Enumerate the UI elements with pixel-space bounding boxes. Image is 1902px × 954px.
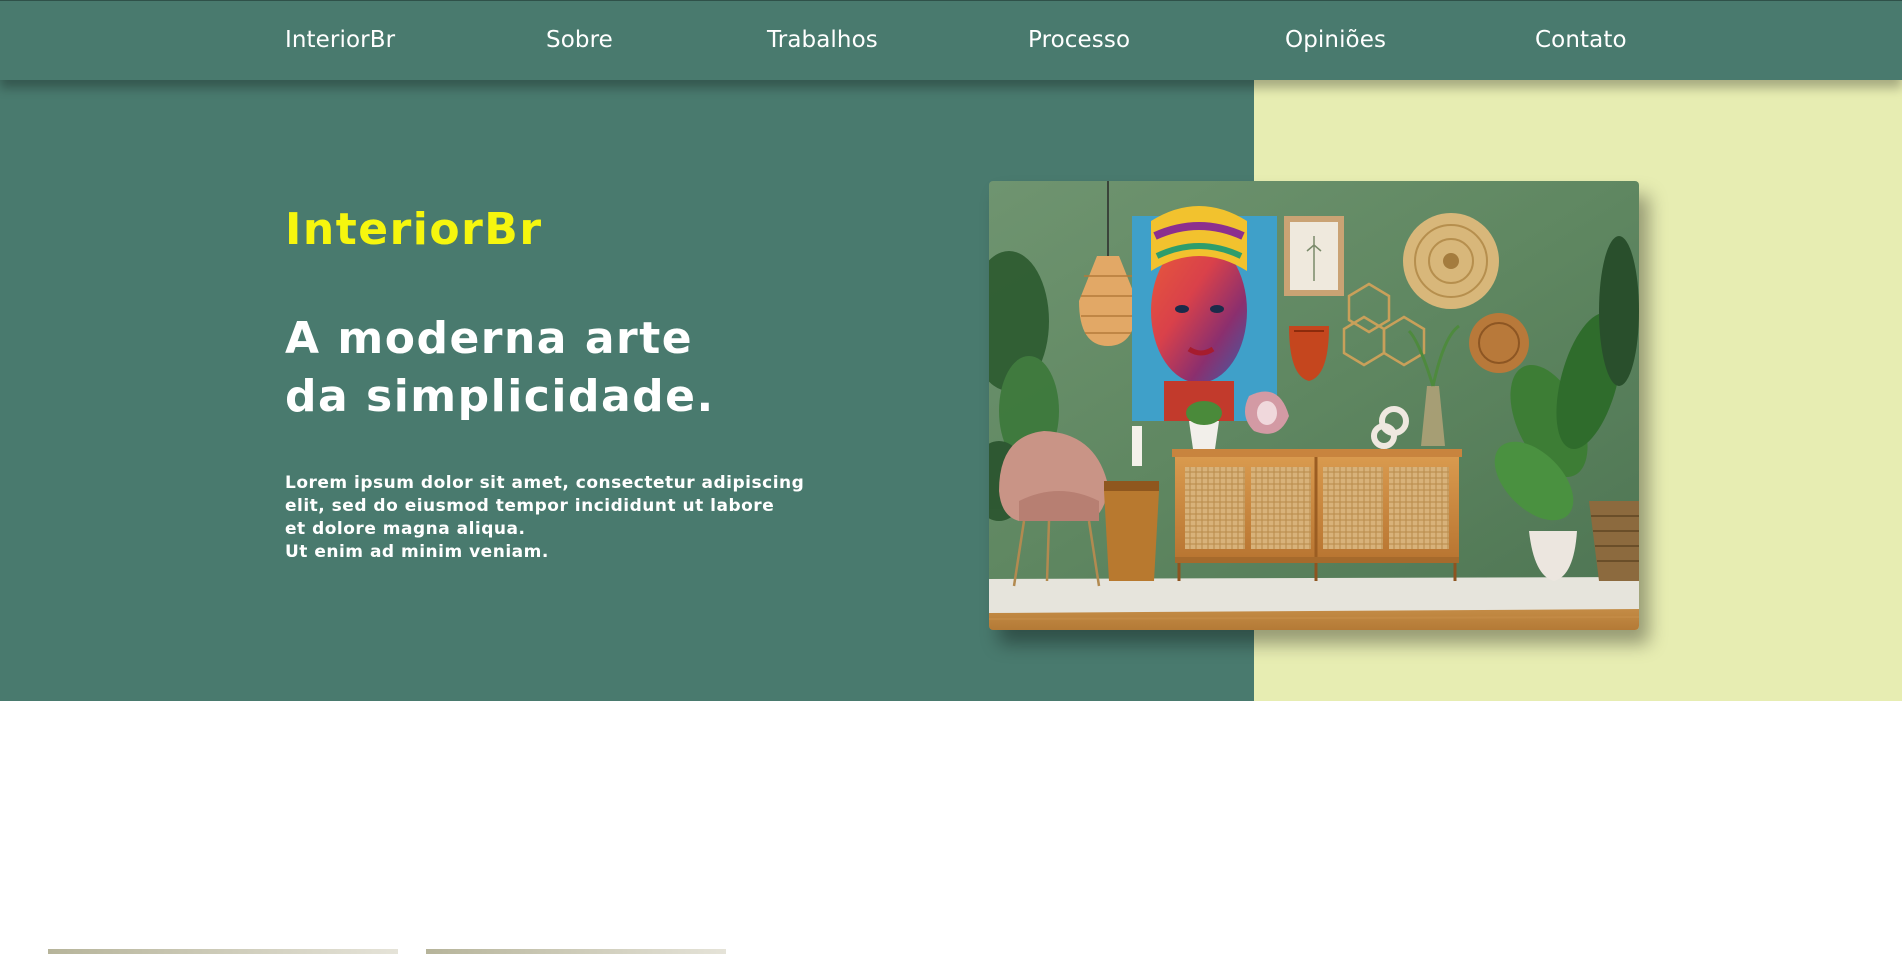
nav-item-sobre[interactable]: Sobre (546, 27, 613, 53)
gallery-thumbnail[interactable] (48, 949, 398, 954)
nav-item-contato[interactable]: Contato (1535, 27, 1627, 53)
hero-description-line-3: et dolore magna aliqua. (285, 519, 526, 539)
hero-headline: A moderna arte da simplicidade. (285, 310, 805, 426)
hero-headline-line-1: A moderna arte (285, 313, 694, 364)
hero-description-line-1: Lorem ipsum dolor sit amet, consectetur … (285, 473, 805, 493)
nav-item-processo[interactable]: Processo (1028, 27, 1130, 53)
hero-description: Lorem ipsum dolor sit amet, consectetur … (285, 472, 845, 564)
nav-item-opinioes[interactable]: Opiniões (1285, 27, 1386, 53)
hero-brand-title: InteriorBr (285, 204, 543, 255)
hero-description-line-4: Ut enim ad minim veniam. (285, 542, 549, 562)
hero-description-line-2: elit, sed do eiusmod tempor incididunt u… (285, 496, 775, 516)
top-navbar: InteriorBr Sobre Trabalhos Processo Opin… (0, 0, 1902, 80)
gallery-thumbnail[interactable] (426, 949, 726, 954)
hero-headline-line-2: da simplicidade. (285, 371, 715, 422)
nav-item-trabalhos[interactable]: Trabalhos (767, 27, 878, 53)
hero-interior-image (989, 181, 1639, 630)
nav-brand-link[interactable]: InteriorBr (285, 27, 395, 53)
